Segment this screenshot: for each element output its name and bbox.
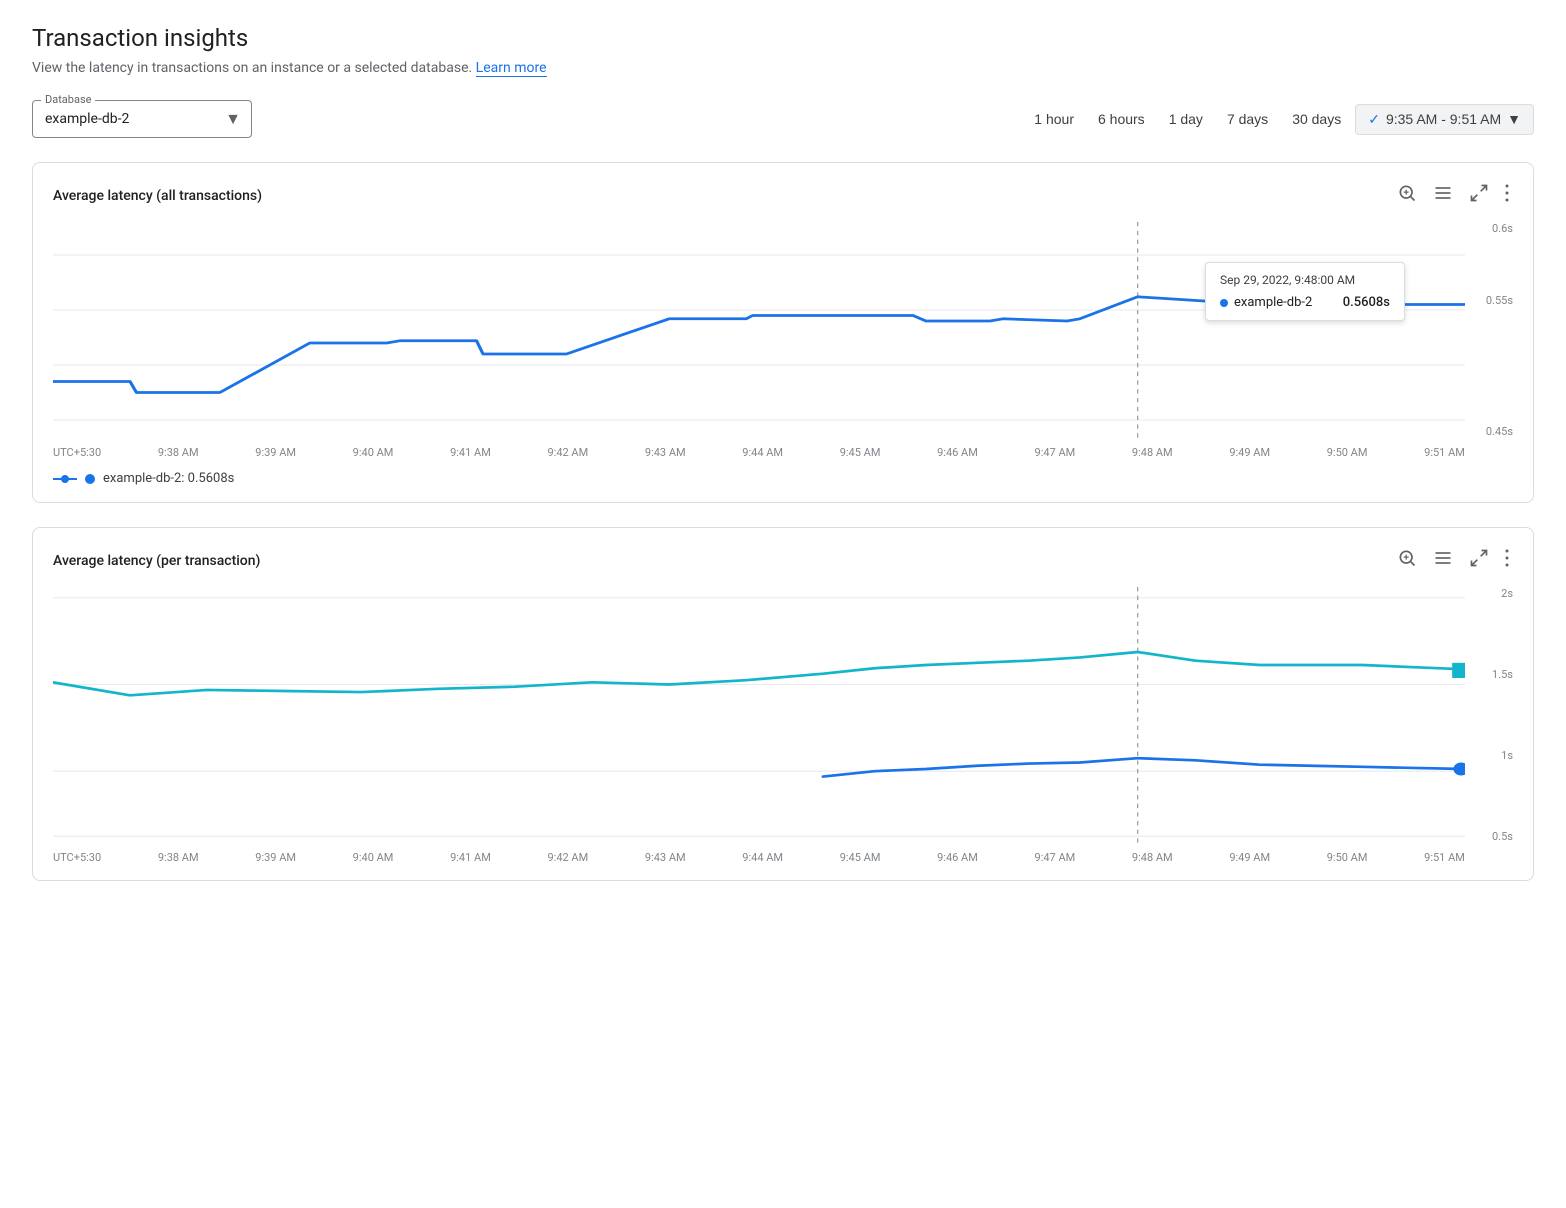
database-value: example-db-2: [45, 105, 239, 133]
chart2-fullscreen-button[interactable]: [1465, 544, 1493, 577]
chart2-card: Average latency (per transaction): [32, 527, 1534, 881]
legend-dot-icon: [85, 474, 95, 484]
y2-label-1s: 1s: [1501, 749, 1513, 762]
chart1-wrapper: Sep 29, 2022, 9:48:00 AM example-db-2 0.…: [53, 222, 1513, 459]
x2-label-950: 9:50 AM: [1327, 851, 1368, 864]
x2-label-940: 9:40 AM: [353, 851, 394, 864]
chart1-fullscreen-button[interactable]: [1465, 179, 1493, 212]
y2-label-2s: 2s: [1501, 587, 1513, 600]
x-label-945: 9:45 AM: [840, 446, 881, 459]
chart2-more-button[interactable]: [1501, 544, 1513, 577]
time-btn-1day[interactable]: 1 day: [1159, 105, 1213, 133]
x-label-950: 9:50 AM: [1327, 446, 1368, 459]
time-controls: 1 hour 6 hours 1 day 7 days 30 days ✓ 9:…: [1024, 104, 1534, 135]
time-btn-1hour[interactable]: 1 hour: [1024, 105, 1084, 133]
y-label-045s: 0.45s: [1486, 425, 1513, 438]
check-icon: ✓: [1368, 111, 1380, 128]
x2-label-946: 9:46 AM: [937, 851, 978, 864]
x2-label-938: 9:38 AM: [158, 851, 199, 864]
page-title: Transaction insights: [32, 24, 1534, 52]
chart1-tooltip: Sep 29, 2022, 9:48:00 AM example-db-2 0.…: [1205, 262, 1405, 321]
controls-row: Database example-db-2 ▼ 1 hour 6 hours 1…: [32, 100, 1534, 138]
chart1-card: Average latency (all transactions): [32, 162, 1534, 503]
time-btn-7days[interactable]: 7 days: [1217, 105, 1278, 133]
time-range-arrow-icon: ▼: [1507, 111, 1521, 127]
tooltip-row: example-db-2 0.5608s: [1220, 295, 1390, 310]
tooltip-value: 0.5608s: [1343, 295, 1390, 310]
chart2-title: Average latency (per transaction): [53, 553, 260, 569]
chart1-legend: example-db-2: 0.5608s: [53, 471, 1513, 486]
chart2-search-button[interactable]: [1393, 544, 1421, 577]
chart2-y-axis: 2s 1.5s 1s 0.5s: [1473, 587, 1513, 847]
x2-label-941: 9:41 AM: [450, 851, 491, 864]
chart1-x-axis: UTC+5:30 9:38 AM 9:39 AM 9:40 AM 9:41 AM…: [53, 446, 1465, 459]
x-label-946: 9:46 AM: [937, 446, 978, 459]
legend-line-icon: [53, 478, 77, 480]
x-label-938: 9:38 AM: [158, 446, 199, 459]
chart1-search-button[interactable]: [1393, 179, 1421, 212]
x2-label-951: 9:51 AM: [1424, 851, 1465, 864]
tooltip-db-name: example-db-2: [1234, 295, 1312, 310]
x2-label-utc: UTC+5:30: [53, 851, 101, 864]
time-btn-30days[interactable]: 30 days: [1282, 105, 1351, 133]
time-range-label: 9:35 AM - 9:51 AM: [1386, 111, 1501, 127]
time-btn-6hours[interactable]: 6 hours: [1088, 105, 1155, 133]
x-label-942: 9:42 AM: [547, 446, 588, 459]
tooltip-dot-icon: [1220, 299, 1228, 307]
chart1-legend-button[interactable]: [1429, 179, 1457, 212]
page-subtitle: View the latency in transactions on an i…: [32, 60, 1534, 76]
chart1-y-axis: 0.6s 0.55s 0.45s: [1473, 222, 1513, 442]
y2-label-15s: 1.5s: [1492, 668, 1513, 681]
chart1-area: Sep 29, 2022, 9:48:00 AM example-db-2 0.…: [53, 222, 1465, 442]
chart2-legend-button[interactable]: [1429, 544, 1457, 577]
x-label-940: 9:40 AM: [353, 446, 394, 459]
x2-label-943: 9:43 AM: [645, 851, 686, 864]
chart2-x-axis: UTC+5:30 9:38 AM 9:39 AM 9:40 AM 9:41 AM…: [53, 851, 1465, 864]
x2-label-948: 9:48 AM: [1132, 851, 1173, 864]
x-label-939: 9:39 AM: [255, 446, 296, 459]
chart2-inner: UTC+5:30 9:38 AM 9:39 AM 9:40 AM 9:41 AM…: [53, 587, 1465, 864]
x-label-948: 9:48 AM: [1132, 446, 1173, 459]
database-selector[interactable]: Database example-db-2 ▼: [32, 100, 252, 138]
x2-label-942: 9:42 AM: [547, 851, 588, 864]
chart2-svg: [53, 587, 1465, 847]
dropdown-arrow-icon: ▼: [225, 109, 241, 129]
y-label-06s: 0.6s: [1492, 222, 1513, 235]
chart1-inner: Sep 29, 2022, 9:48:00 AM example-db-2 0.…: [53, 222, 1465, 459]
x-label-951: 9:51 AM: [1424, 446, 1465, 459]
chart1-more-button[interactable]: [1501, 179, 1513, 212]
x-label-utc: UTC+5:30: [53, 446, 101, 459]
chart1-legend-label: example-db-2: 0.5608s: [103, 471, 234, 486]
chart1-header: Average latency (all transactions): [53, 179, 1513, 212]
chart2-header: Average latency (per transaction): [53, 544, 1513, 577]
database-label: Database: [41, 93, 95, 106]
x2-label-949: 9:49 AM: [1229, 851, 1270, 864]
x-label-943: 9:43 AM: [645, 446, 686, 459]
x-label-949: 9:49 AM: [1229, 446, 1270, 459]
chart1-title: Average latency (all transactions): [53, 188, 262, 204]
tooltip-time: Sep 29, 2022, 9:48:00 AM: [1220, 273, 1390, 287]
learn-more-link[interactable]: Learn more: [476, 60, 547, 77]
x2-label-939: 9:39 AM: [255, 851, 296, 864]
chart1-svg: [53, 222, 1465, 442]
chart2-wrapper: UTC+5:30 9:38 AM 9:39 AM 9:40 AM 9:41 AM…: [53, 587, 1513, 864]
x2-label-944: 9:44 AM: [742, 851, 783, 864]
x2-label-947: 9:47 AM: [1035, 851, 1076, 864]
y2-label-05s: 0.5s: [1492, 830, 1513, 843]
chart1-actions: [1393, 179, 1513, 212]
y-label-055s: 0.55s: [1486, 294, 1513, 307]
tooltip-db: example-db-2: [1220, 295, 1312, 310]
x-label-941: 9:41 AM: [450, 446, 491, 459]
chart2-area: [53, 587, 1465, 847]
x-label-944: 9:44 AM: [742, 446, 783, 459]
x2-label-945: 9:45 AM: [840, 851, 881, 864]
chart2-actions: [1393, 544, 1513, 577]
x-label-947: 9:47 AM: [1035, 446, 1076, 459]
time-range-button[interactable]: ✓ 9:35 AM - 9:51 AM ▼: [1355, 104, 1534, 135]
